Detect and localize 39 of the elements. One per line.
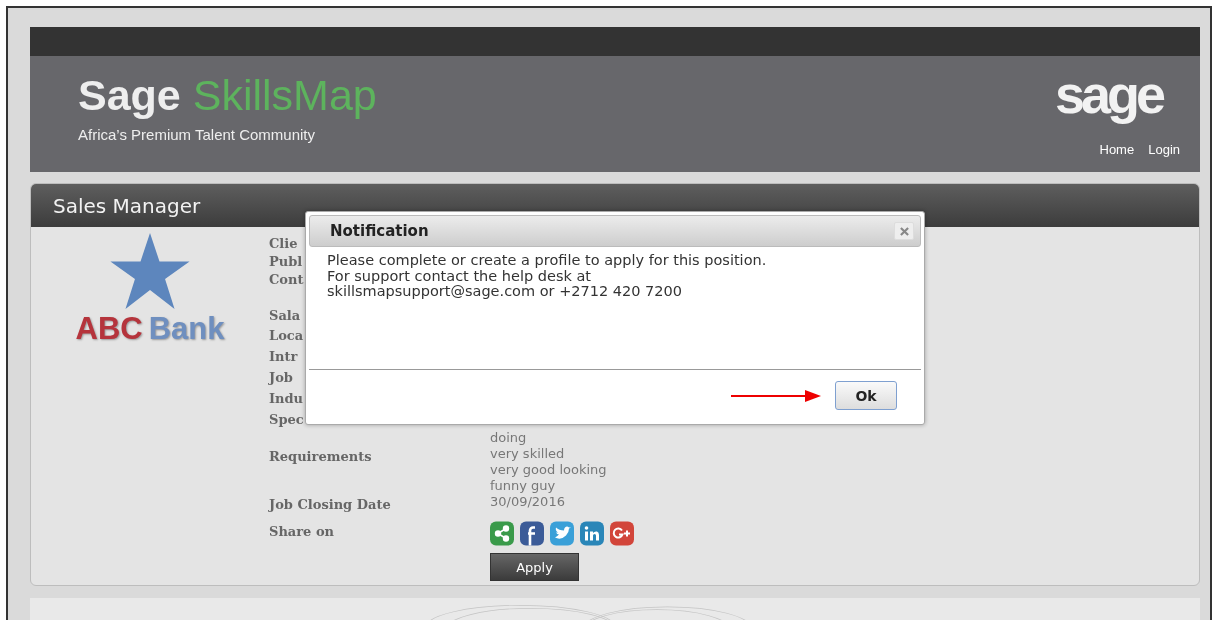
detail-value: very good looking [490, 462, 607, 479]
close-button[interactable] [894, 222, 914, 240]
share-label: Share on [269, 524, 335, 540]
detail-label: Loca [269, 328, 304, 344]
detail-label: Clie [269, 236, 298, 252]
site-title-suffix: SkillsMap [192, 70, 377, 119]
dialog-message: Please complete or create a profile to apply for this position. [327, 253, 768, 269]
detail-value: very skilled [490, 446, 566, 463]
facebook-icon[interactable] [520, 521, 544, 547]
site-title: Sage [78, 70, 181, 119]
googleplus-icon[interactable] [610, 521, 634, 547]
detail-label: Cont [269, 272, 304, 288]
detail-label: Sala [269, 308, 301, 324]
nav-link[interactable]: Home [1099, 141, 1135, 157]
close-icon [899, 226, 909, 236]
apply-button[interactable]: Apply [490, 553, 579, 582]
tagline: Africa’s Premium Talent Community [78, 125, 317, 143]
company-logo: sage [1054, 65, 1164, 122]
dialog-title: Notification [330, 222, 429, 240]
detail-value: doing [490, 430, 527, 447]
linkedin-icon[interactable] [580, 521, 604, 547]
job-title: Sales Manager [53, 193, 201, 218]
logo-text: ABC [75, 311, 143, 347]
twitter-icon[interactable] [550, 521, 574, 547]
detail-label: Spec [269, 412, 304, 428]
share-icon[interactable] [490, 521, 514, 547]
detail-label: Job [269, 370, 293, 386]
ok-button[interactable]: Ok [835, 381, 897, 410]
detail-label: Publ [269, 254, 303, 270]
dialog-message: skillsmapsupport@sage.com or +2712 420 7200 [327, 284, 684, 300]
detail-label: Intr [269, 349, 298, 365]
detail-label: Job Closing Date [269, 497, 391, 513]
detail-value: funny guy [490, 478, 557, 495]
detail-label: Indu [269, 391, 304, 407]
detail-value: 30/09/2016 [490, 494, 565, 511]
detail-label: Requirements [269, 449, 372, 465]
logo-text: Bank [148, 311, 225, 347]
dialog-message: For support contact the help desk at [327, 268, 593, 284]
nav-link[interactable]: Login [1148, 141, 1180, 157]
